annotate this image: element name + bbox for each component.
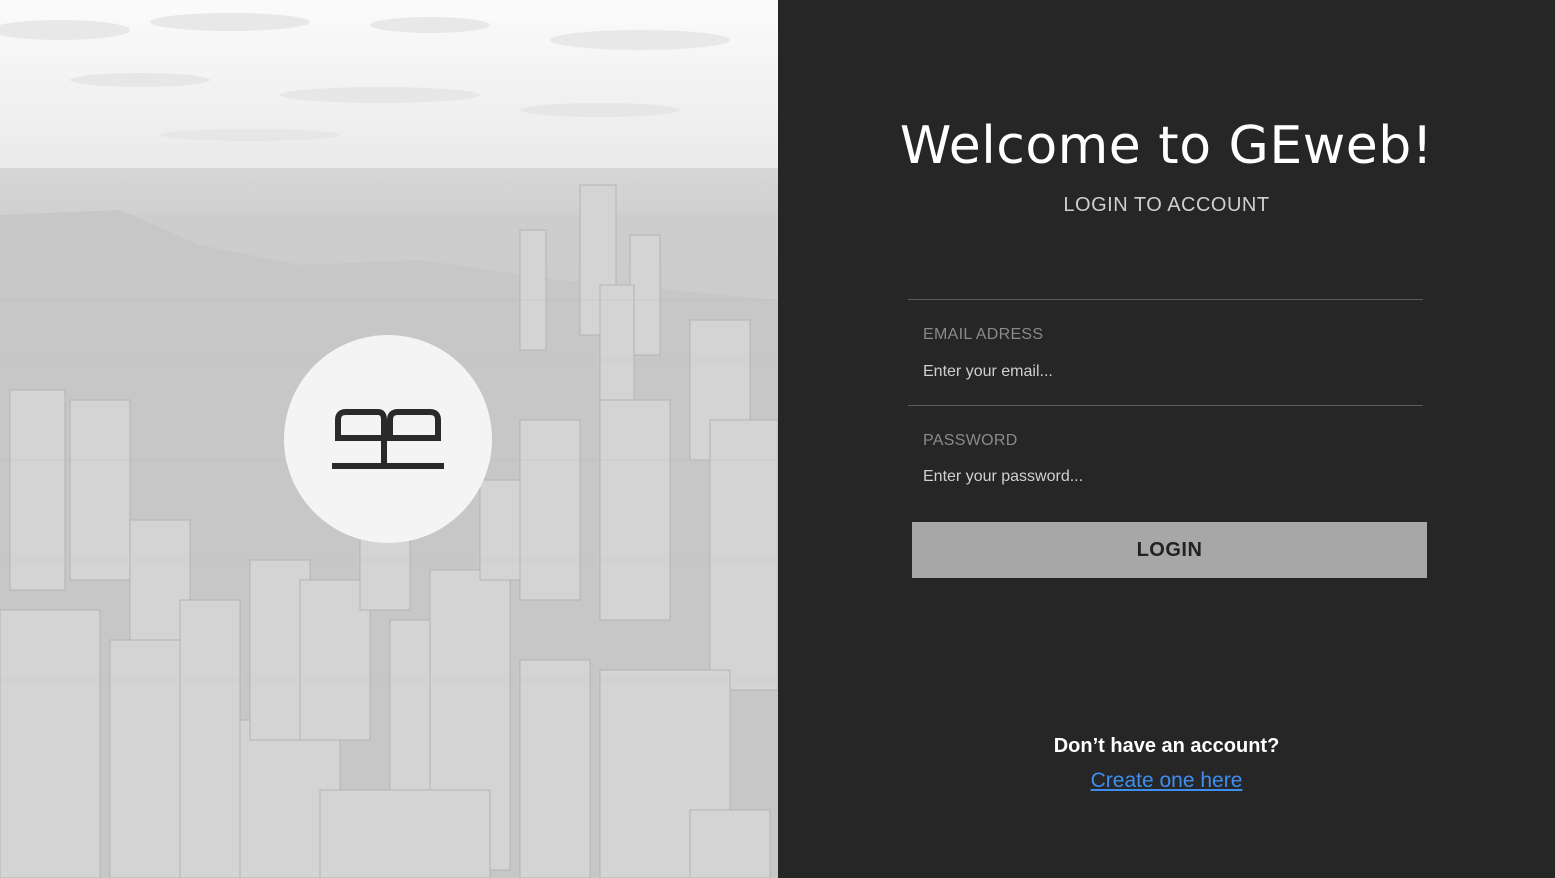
password-label: PASSWORD bbox=[923, 432, 1018, 449]
password-input[interactable] bbox=[923, 465, 1403, 489]
divider-top bbox=[908, 299, 1423, 300]
divider-middle bbox=[908, 405, 1423, 406]
login-button[interactable]: LOGIN bbox=[912, 522, 1427, 578]
login-subtitle: LOGIN TO ACCOUNT bbox=[1063, 194, 1270, 216]
ge-monogram-icon bbox=[332, 409, 444, 469]
email-input[interactable] bbox=[923, 360, 1403, 384]
login-page: Welcome to GEweb! LOGIN TO ACCOUNT EMAIL… bbox=[0, 0, 1555, 878]
login-panel: Welcome to GEweb! LOGIN TO ACCOUNT EMAIL… bbox=[778, 0, 1555, 878]
create-account-link-wrap: Create one here bbox=[778, 769, 1555, 793]
hero-image-panel bbox=[0, 0, 778, 878]
welcome-title: Welcome to GEweb! bbox=[899, 116, 1434, 176]
no-account-prompt: Don’t have an account? bbox=[1053, 735, 1280, 757]
email-label: EMAIL ADRESS bbox=[923, 326, 1044, 343]
create-account-link[interactable]: Create one here bbox=[1091, 769, 1243, 792]
logo-badge bbox=[284, 335, 492, 543]
